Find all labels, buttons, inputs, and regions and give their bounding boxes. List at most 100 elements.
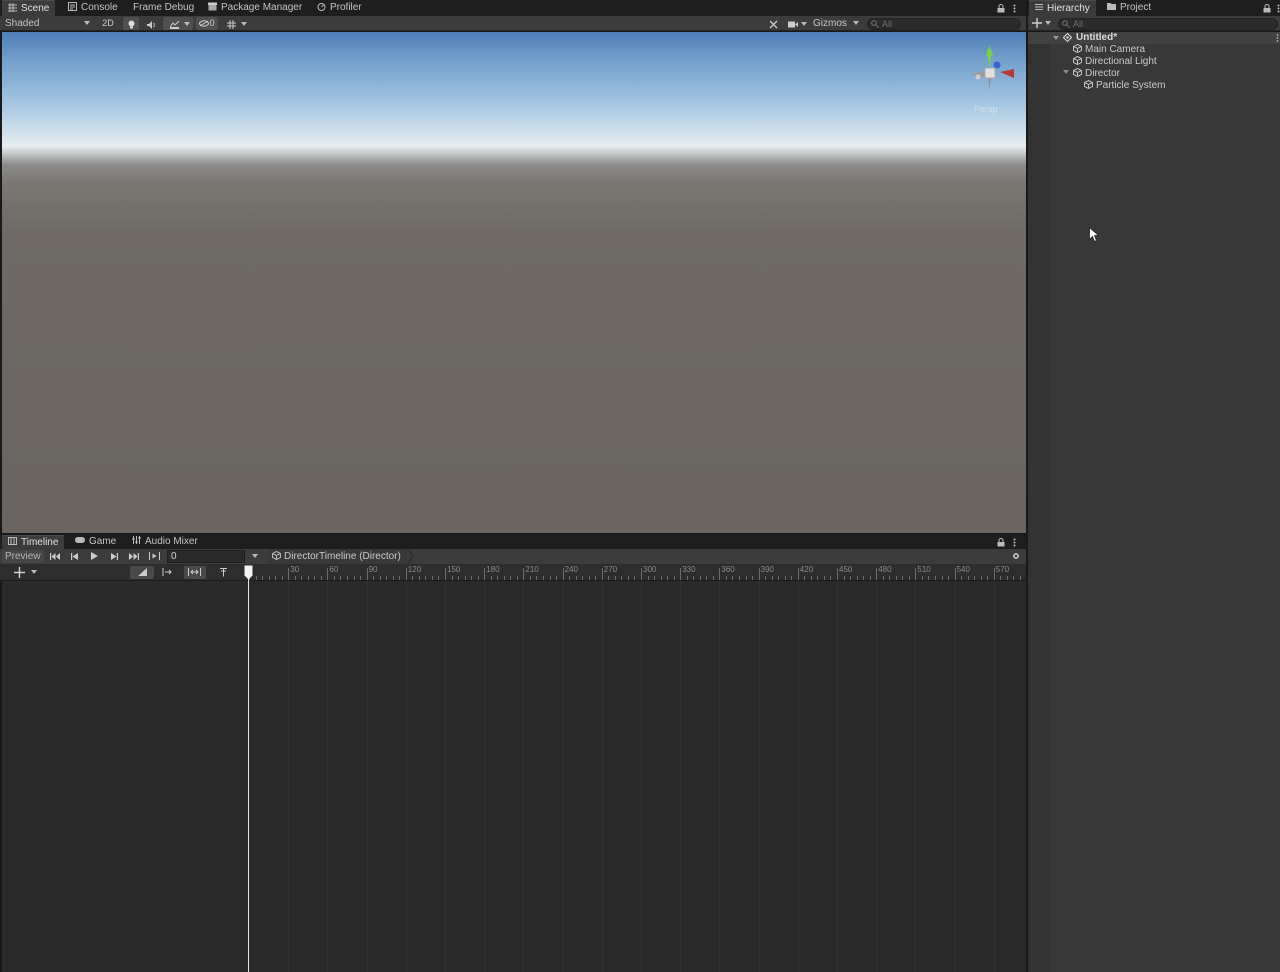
ruler-tick [288,568,290,580]
ruler-tick [464,576,466,580]
scene-orientation-gizmo[interactable]: Persp [960,42,1020,114]
ruler-tick [660,576,662,580]
ruler-tick [379,576,381,580]
tab-game[interactable]: Game [69,535,122,549]
ease-mode-button[interactable] [130,566,154,579]
ruler-tick [765,576,767,580]
next-frame-button[interactable] [106,550,122,563]
gameobject-cube-icon [1084,79,1093,89]
ruler-tick [562,568,564,580]
tab-project[interactable]: Project [1101,0,1157,16]
mixer-icon [132,536,141,545]
ruler-tick [673,576,675,580]
tab-console[interactable]: Console [62,0,124,16]
timeline-selector-dropdown[interactable] [247,550,263,563]
chevron-down-icon [241,22,247,26]
tab-profiler-label: Profiler [330,2,362,13]
panel-menu-icon[interactable] [1013,0,1016,16]
previous-frame-button[interactable] [66,550,82,563]
grid-icon [8,2,17,12]
scene-menu-icon[interactable] [1276,34,1279,42]
scene-search-input[interactable]: All [867,18,1021,30]
timeline-gridline [601,581,603,972]
frame-field[interactable]: 0 [167,550,245,563]
scene-toolbar: Shaded 2D 0 Gizmos All [0,16,1026,31]
ripple-mode-button[interactable] [159,566,179,579]
lock-icon[interactable] [997,0,1005,16]
ramp-icon [138,568,147,577]
timeline-gridline [562,581,564,972]
lock-icon[interactable] [1263,0,1271,16]
hierarchy-item-director[interactable]: Director [1063,67,1121,80]
ruler-tick [935,576,936,580]
gizmos-dropdown[interactable]: Gizmos [813,17,861,30]
hierarchy-item-directional-light[interactable]: Directional Light [1073,55,1157,68]
tab-audio-mixer[interactable]: Audio Mixer [126,535,204,549]
camera-dropdown-button[interactable] [785,17,809,30]
scene-header-row[interactable]: Untitled* [1028,32,1280,44]
go-to-end-button[interactable] [126,550,142,563]
preview-button[interactable]: Preview [2,550,44,563]
tab-package-manager-label: Package Manager [221,2,303,13]
tab-hierarchy[interactable]: Hierarchy [1029,0,1096,16]
tab-audio-mixer-label: Audio Mixer [145,536,198,547]
chevron-down-icon [1045,21,1051,25]
hierarchy-item-particle-system[interactable]: Particle System [1084,79,1165,92]
play-range-button[interactable] [146,550,162,563]
ruler-label: 240 [564,565,578,574]
tools-button[interactable] [765,17,781,30]
timeline-settings-button[interactable] [1008,550,1024,563]
track-list-area[interactable] [2,581,246,972]
draw-mode-label: Shaded [5,18,40,29]
2d-toggle-button[interactable]: 2D [99,17,117,30]
create-button[interactable] [1032,17,1052,30]
lighting-toggle-button[interactable] [123,17,139,30]
draw-mode-dropdown[interactable]: Shaded [5,17,93,30]
tab-timeline[interactable]: Timeline [2,535,65,549]
snap-button[interactable] [218,566,230,579]
tab-frame-debug[interactable]: Frame Debug [127,0,200,16]
gear-icon [1012,552,1020,560]
hierarchy-item-label: Director [1085,68,1121,79]
scene-visibility-toggle[interactable]: 0 [196,17,218,30]
ruler-tick [752,576,754,580]
ruler-tick [863,576,865,580]
tab-scene[interactable]: Scene [2,0,56,16]
tab-profiler[interactable]: Profiler [311,0,368,16]
ruler-label: 150 [447,565,461,574]
hierarchy-toolbar: All [1028,16,1280,31]
audio-toggle-button[interactable] [143,17,159,30]
add-track-button[interactable] [14,566,40,579]
breadcrumb[interactable]: DirectorTimeline (Director) [268,549,413,564]
time-ruler[interactable]: 30 60 90 120 150 180 210 240 270 300 330 360 390 420 4… [246,564,1026,581]
play-button[interactable] [86,550,102,563]
chevron-down-icon[interactable] [1053,36,1059,40]
ruler-tick [1013,576,1015,580]
replace-mode-button[interactable] [184,566,206,579]
ruler-tick [281,576,283,580]
ruler-label: 420 [799,565,814,574]
track-content-area[interactable] [246,581,1026,972]
chevron-down-icon[interactable] [1063,70,1069,75]
tab-package-manager[interactable]: Package Manager [202,0,308,16]
ruler-tick [307,576,309,580]
ruler-tick [686,576,688,580]
unity-scene-icon [1063,33,1072,42]
go-to-start-button[interactable] [47,550,63,563]
ruler-tick [399,576,401,580]
projection-label[interactable]: Persp [974,104,998,114]
ruler-tick [680,568,682,580]
hierarchy-search-input[interactable]: All [1058,18,1278,30]
ruler-tick [614,576,616,580]
chevron-down-icon [184,22,190,26]
scene-viewport[interactable]: Persp [2,32,1026,533]
ruler-tick [1019,576,1021,580]
ruler-tick [1000,576,1002,580]
ruler-tick [908,576,910,580]
ruler-tick [431,576,433,580]
grid-dropdown-button[interactable] [221,17,249,30]
effects-dropdown-button[interactable] [163,17,193,30]
hierarchy-item-main-camera[interactable]: Main Camera [1073,43,1145,56]
ruler-tick [876,568,878,580]
ruler-tick [856,576,858,580]
